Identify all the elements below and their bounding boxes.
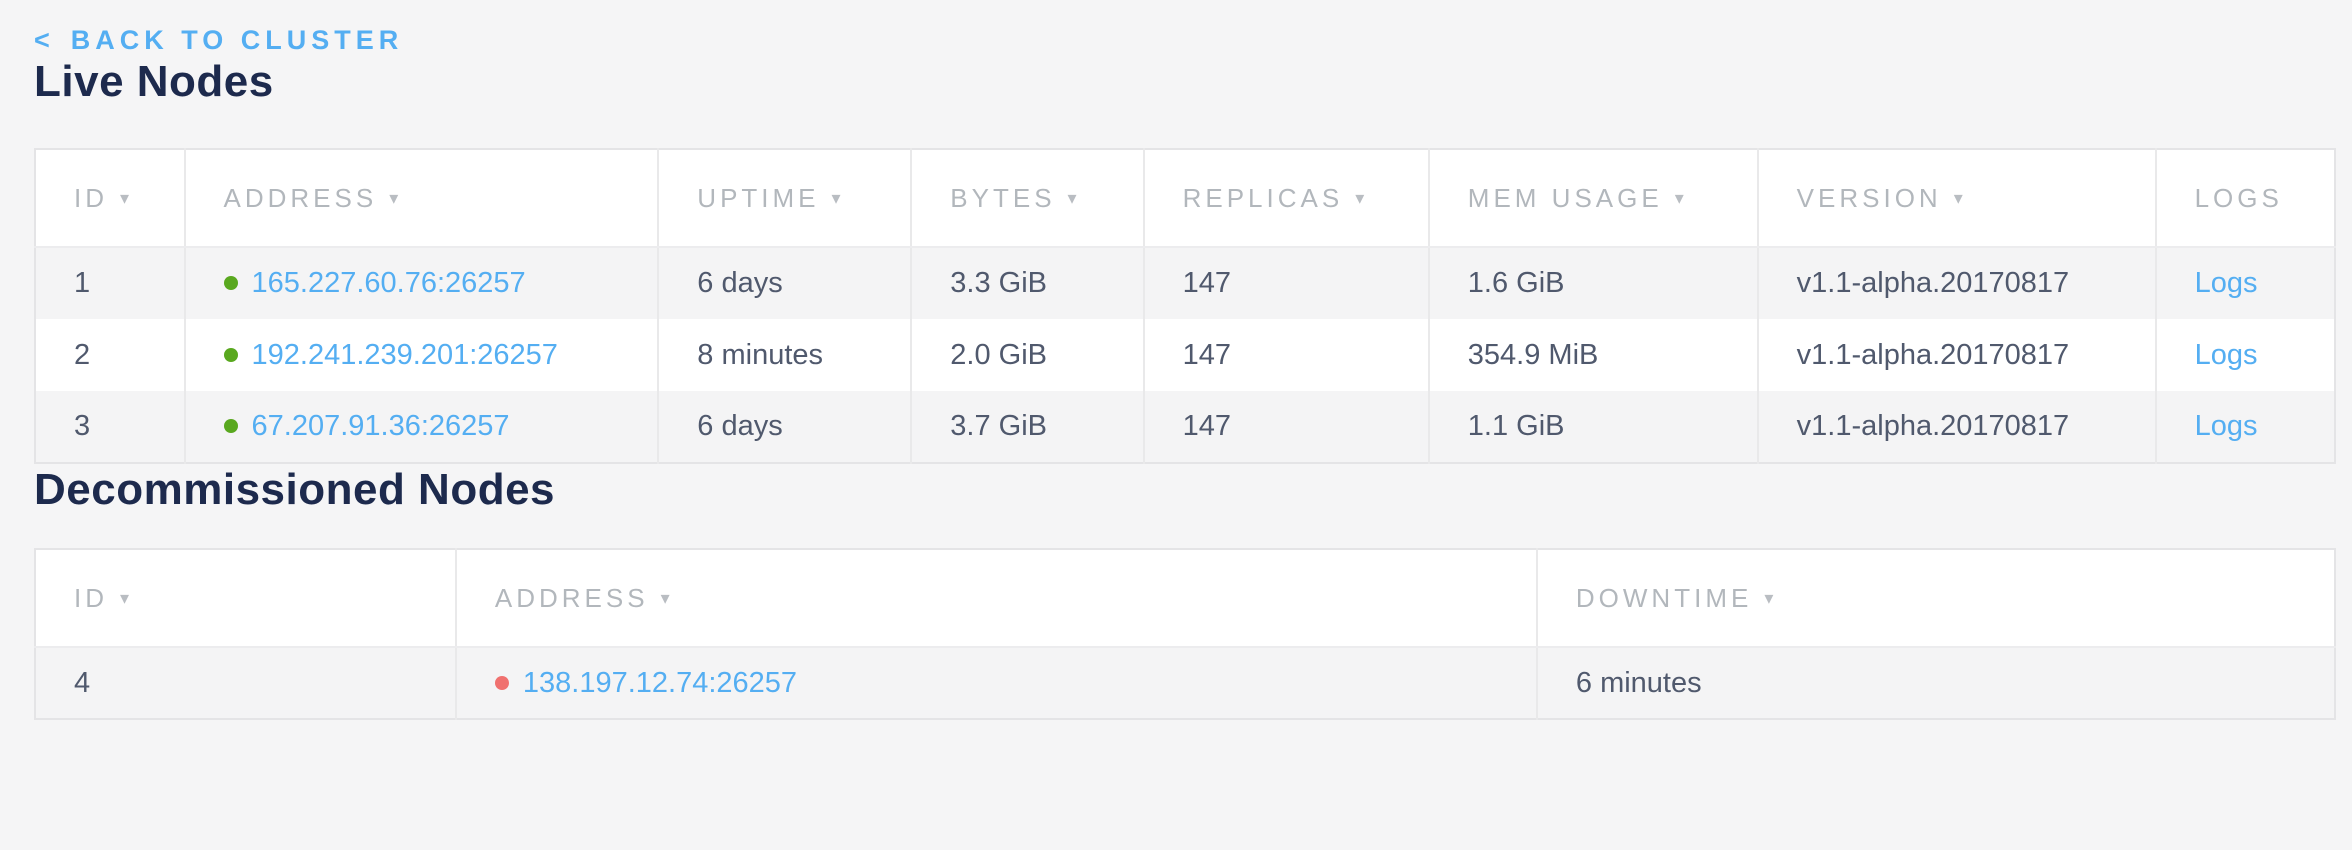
cell-replicas: 147 <box>1144 319 1429 391</box>
cell-logs: Logs <box>2156 319 2335 391</box>
column-header-id[interactable]: ID ▾ <box>35 549 456 647</box>
column-header-mem-usage[interactable]: MEM USAGE ▾ <box>1429 149 1758 247</box>
column-header-downtime-label: DOWNTIME <box>1576 583 1752 613</box>
logs-link[interactable]: Logs <box>2195 267 2258 299</box>
column-header-address-label: ADDRESS <box>495 583 649 613</box>
cell-version: v1.1-alpha.20170817 <box>1758 319 2156 391</box>
table-row: 3 67.207.91.36:26257 6 days 3.7 GiB 147 … <box>35 391 2335 463</box>
column-header-replicas[interactable]: REPLICAS ▾ <box>1144 149 1429 247</box>
column-header-downtime[interactable]: DOWNTIME ▾ <box>1537 549 2335 647</box>
back-chevron-icon: < <box>34 24 55 56</box>
node-address-link[interactable]: 67.207.91.36:26257 <box>252 410 510 442</box>
nodes-page: < BACK TO CLUSTER Live Nodes ID ▾ ADDRESS… <box>0 0 2352 720</box>
sort-arrow-icon: ▾ <box>389 188 402 208</box>
cell-node-id: 3 <box>35 391 185 463</box>
sort-arrow-icon: ▾ <box>661 588 674 608</box>
cell-mem-usage: 354.9 MiB <box>1429 319 1758 391</box>
live-status-dot-icon <box>224 419 238 433</box>
live-header-row: ID ▾ ADDRESS ▾ UPTIME ▾ BYTES ▾ REPLICAS ▾ ME… <box>35 149 2335 247</box>
logs-link[interactable]: Logs <box>2195 339 2258 371</box>
cell-node-address: 67.207.91.36:26257 <box>185 391 659 463</box>
sort-arrow-icon: ▾ <box>832 188 845 208</box>
decommissioned-header-row: ID ▾ ADDRESS ▾ DOWNTIME ▾ <box>35 549 2335 647</box>
live-status-dot-icon <box>224 348 238 362</box>
table-row: 2 192.241.239.201:26257 8 minutes 2.0 Gi… <box>35 319 2335 391</box>
column-header-uptime[interactable]: UPTIME ▾ <box>658 149 911 247</box>
decommissioned-status-dot-icon <box>495 676 509 690</box>
decommissioned-nodes-table: ID ▾ ADDRESS ▾ DOWNTIME ▾ 4 138.197.12.74:2… <box>34 548 2336 720</box>
sort-arrow-icon: ▾ <box>1764 588 1777 608</box>
sort-arrow-icon: ▾ <box>120 588 133 608</box>
column-header-mem-usage-label: MEM USAGE <box>1468 183 1663 213</box>
column-header-bytes-label: BYTES <box>950 183 1055 213</box>
sort-arrow-icon: ▾ <box>1355 188 1368 208</box>
cell-node-id: 4 <box>35 647 456 719</box>
cell-node-address: 165.227.60.76:26257 <box>185 247 659 319</box>
back-to-cluster-link[interactable]: < BACK TO CLUSTER <box>34 24 403 56</box>
sort-arrow-icon: ▾ <box>1675 188 1688 208</box>
cell-bytes: 2.0 GiB <box>911 319 1143 391</box>
cell-version: v1.1-alpha.20170817 <box>1758 391 2156 463</box>
node-address-link[interactable]: 138.197.12.74:26257 <box>523 667 797 699</box>
column-header-bytes[interactable]: BYTES ▾ <box>911 149 1143 247</box>
live-nodes-table: ID ▾ ADDRESS ▾ UPTIME ▾ BYTES ▾ REPLICAS ▾ ME… <box>34 148 2336 464</box>
table-row: 1 165.227.60.76:26257 6 days 3.3 GiB 147… <box>35 247 2335 319</box>
cell-version: v1.1-alpha.20170817 <box>1758 247 2156 319</box>
sort-arrow-icon: ▾ <box>1954 188 1967 208</box>
decommissioned-nodes-title: Decommissioned Nodes <box>34 464 2336 516</box>
column-header-logs-label: LOGS <box>2195 183 2283 213</box>
column-header-address[interactable]: ADDRESS ▾ <box>456 549 1537 647</box>
cell-downtime: 6 minutes <box>1537 647 2335 719</box>
column-header-address-label: ADDRESS <box>224 183 378 213</box>
column-header-id-label: ID <box>74 183 108 213</box>
cell-uptime: 6 days <box>658 247 911 319</box>
column-header-uptime-label: UPTIME <box>697 183 819 213</box>
node-address-link[interactable]: 165.227.60.76:26257 <box>252 267 526 299</box>
column-header-version-label: VERSION <box>1797 183 1942 213</box>
column-header-replicas-label: REPLICAS <box>1183 183 1344 213</box>
live-status-dot-icon <box>224 276 238 290</box>
cell-logs: Logs <box>2156 247 2335 319</box>
live-nodes-title: Live Nodes <box>34 56 2336 108</box>
cell-replicas: 147 <box>1144 391 1429 463</box>
logs-link[interactable]: Logs <box>2195 410 2258 442</box>
sort-arrow-icon: ▾ <box>120 188 133 208</box>
cell-node-id: 1 <box>35 247 185 319</box>
sort-arrow-icon: ▾ <box>1068 188 1081 208</box>
cell-node-address: 138.197.12.74:26257 <box>456 647 1537 719</box>
column-header-id[interactable]: ID ▾ <box>35 149 185 247</box>
cell-replicas: 147 <box>1144 247 1429 319</box>
cell-bytes: 3.3 GiB <box>911 247 1143 319</box>
column-header-version[interactable]: VERSION ▾ <box>1758 149 2156 247</box>
cell-mem-usage: 1.1 GiB <box>1429 391 1758 463</box>
node-address-link[interactable]: 192.241.239.201:26257 <box>252 339 558 371</box>
column-header-address[interactable]: ADDRESS ▾ <box>185 149 659 247</box>
cell-bytes: 3.7 GiB <box>911 391 1143 463</box>
column-header-id-label: ID <box>74 583 108 613</box>
column-header-logs: LOGS <box>2156 149 2335 247</box>
cell-node-address: 192.241.239.201:26257 <box>185 319 659 391</box>
cell-logs: Logs <box>2156 391 2335 463</box>
table-row: 4 138.197.12.74:26257 6 minutes <box>35 647 2335 719</box>
back-link-label: BACK TO CLUSTER <box>71 24 404 56</box>
cell-uptime: 8 minutes <box>658 319 911 391</box>
cell-node-id: 2 <box>35 319 185 391</box>
cell-uptime: 6 days <box>658 391 911 463</box>
cell-mem-usage: 1.6 GiB <box>1429 247 1758 319</box>
